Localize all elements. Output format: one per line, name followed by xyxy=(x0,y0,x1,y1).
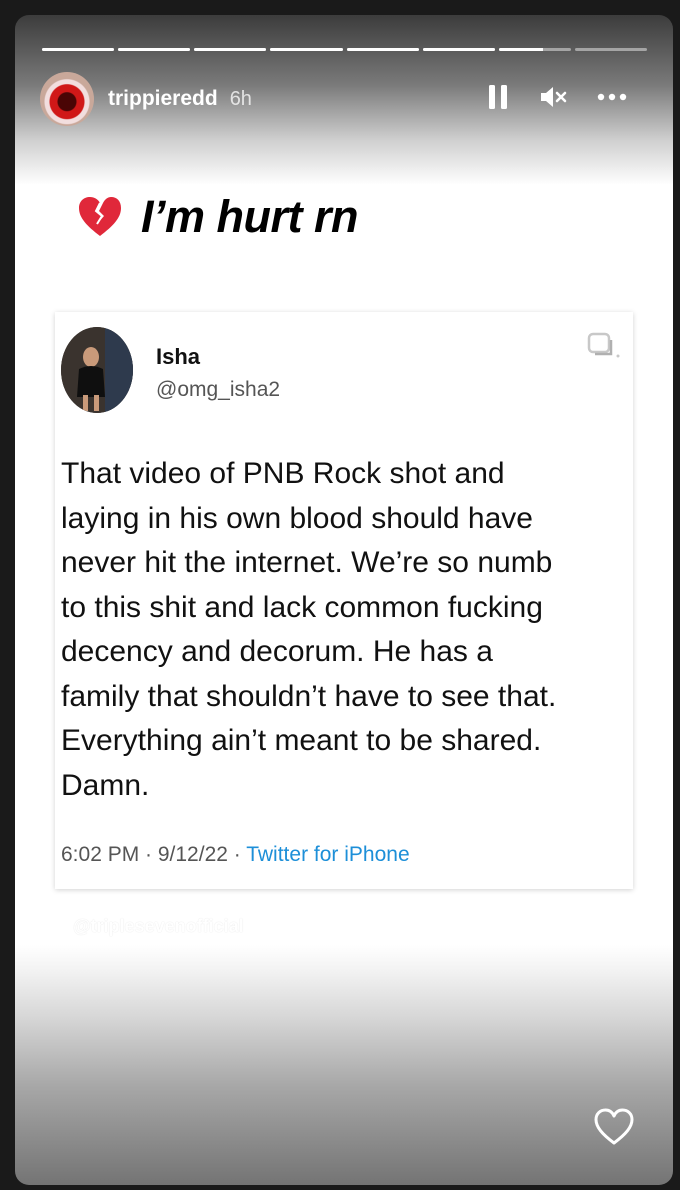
tweet-text: That video of PNB Rock shot and laying i… xyxy=(61,457,557,802)
tweet-card: Isha @omg_isha2 That video of PNB Rock s… xyxy=(55,312,633,889)
progress-segment xyxy=(422,48,495,51)
tweet-meta: 6:02 PM · 9/12/22 · Twitter for iPhone xyxy=(61,843,410,867)
watermark: @tripleseven​official xyxy=(73,916,244,936)
progress-segment xyxy=(270,48,343,51)
broken-heart-icon xyxy=(79,197,121,236)
progress-segment xyxy=(346,48,419,51)
tweet-timestamp: 6:02 PM · 9/12/22 · xyxy=(61,843,247,866)
caption-text: I’m hurt rn xyxy=(141,191,359,242)
progress-segment xyxy=(574,48,647,51)
tweet-avatar xyxy=(61,327,133,413)
progress-segment xyxy=(118,48,191,51)
like-heart-icon[interactable] xyxy=(593,1107,635,1147)
post-time: 6h xyxy=(229,87,252,110)
copy-icon xyxy=(587,332,621,365)
pause-icon[interactable] xyxy=(487,84,509,110)
tweet-author-name: Isha xyxy=(156,344,201,369)
more-icon[interactable] xyxy=(597,93,627,101)
story-caption: I’m hurt rn xyxy=(77,187,359,247)
progress-segment xyxy=(498,48,571,51)
tweet-author-handle: @omg_isha2 xyxy=(156,378,281,401)
progress-segment xyxy=(194,48,267,51)
story-progress-bar xyxy=(42,48,647,52)
progress-segment xyxy=(42,48,115,51)
avatar[interactable] xyxy=(40,72,94,126)
tweet-source: Twitter for iPhone xyxy=(246,843,410,866)
story-viewer[interactable]: trippieredd 6h I’m hurt rn Isha @omg_ish… xyxy=(15,15,673,1185)
story-header: trippieredd 6h xyxy=(40,72,653,126)
mute-icon[interactable] xyxy=(539,84,567,110)
username[interactable]: trippieredd xyxy=(108,87,218,111)
header-controls xyxy=(487,84,627,110)
